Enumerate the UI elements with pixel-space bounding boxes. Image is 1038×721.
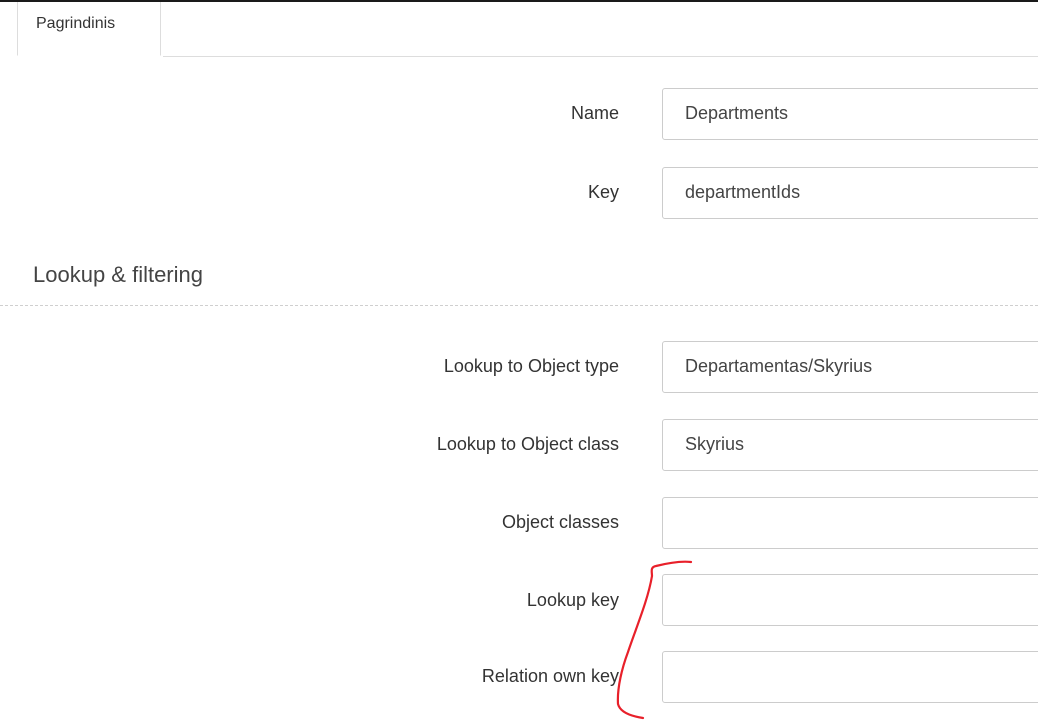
name-field-value: Departments [685,103,789,123]
relation-own-key-field[interactable] [662,651,1038,703]
lookup-object-type-field[interactable]: Departamentas/Skyrius [662,341,1038,393]
object-classes-label: Object classes [501,512,619,532]
lookup-object-class-value: Skyrius [685,434,745,454]
key-field-value: departmentIds [685,182,801,202]
tab-pagrindinis[interactable]: Pagrindinis [17,2,161,56]
lookup-object-class-field[interactable]: Skyrius [662,419,1038,471]
name-label: Name [570,103,619,123]
relation-own-key-label: Relation own key [481,666,619,686]
lookup-key-label: Lookup key [526,590,619,610]
lookup-object-class-label: Lookup to Object class [436,434,619,454]
tab-label: Pagrindinis [36,15,116,32]
lookup-key-field[interactable] [662,574,1038,626]
lookup-object-type-label: Lookup to Object type [443,356,619,376]
key-field[interactable]: departmentIds [662,167,1038,219]
lookup-object-type-value: Departamentas/Skyrius [685,356,873,376]
section-divider [0,305,1038,306]
section-title-lookup-filtering: Lookup & filtering [33,262,203,287]
object-classes-field[interactable] [662,497,1038,549]
tab-bar: Pagrindinis [0,2,1038,57]
tab-bar-divider [163,56,1038,57]
key-label: Key [587,182,619,202]
name-field[interactable]: Departments [662,88,1038,140]
